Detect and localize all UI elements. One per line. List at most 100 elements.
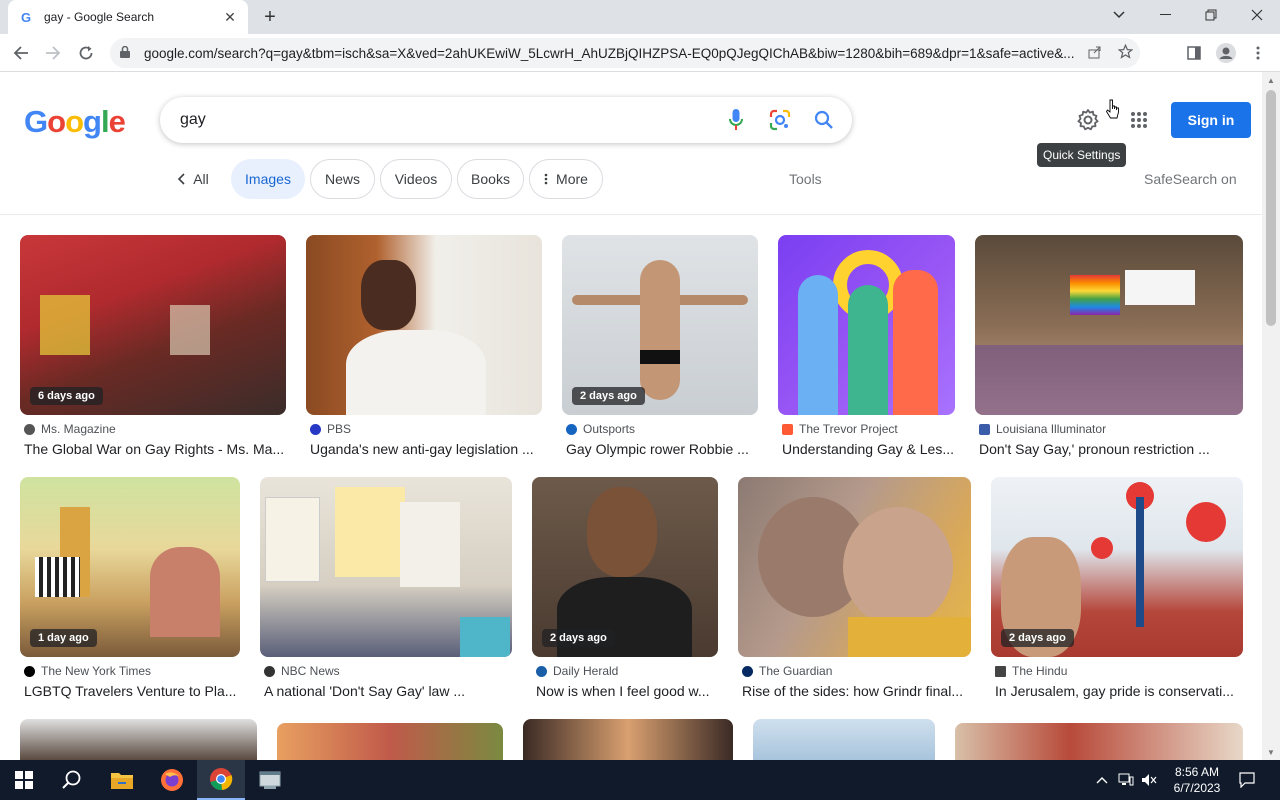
result-thumbnail[interactable] [20,719,257,760]
result-title[interactable]: Gay Olympic rower Robbie ... [566,441,758,457]
image-result-card[interactable]: 6 days ago Ms. Magazine The Global War o… [20,235,286,465]
result-title[interactable]: The Global War on Gay Rights - Ms. Ma... [24,441,286,457]
result-title[interactable]: Rise of the sides: how Grindr final... [742,683,971,699]
result-title[interactable]: LGBTQ Travelers Venture to Pla... [24,683,240,699]
result-thumbnail[interactable] [753,719,935,760]
result-title[interactable]: In Jerusalem, gay pride is conservati... [995,683,1243,699]
tab-books[interactable]: Books [457,159,524,199]
result-title[interactable]: Don't Say Gay,' pronoun restriction ... [979,441,1243,457]
close-window-icon[interactable] [1234,0,1280,30]
result-source[interactable]: The New York Times [24,664,151,678]
taskbar-search-icon[interactable] [48,760,96,800]
result-title[interactable]: Understanding Gay & Les... [782,441,955,457]
search-filter-chips: All Images News Videos Books More [0,159,1262,199]
image-result-card[interactable]: 2 days ago Daily Herald Now is when I fe… [532,477,718,707]
app-window-icon[interactable] [246,760,294,800]
settings-gear-icon[interactable] [1074,106,1102,134]
page-scrollbar[interactable]: ▲ ▼ [1262,72,1280,760]
chrome-icon[interactable] [197,760,245,800]
image-result-card[interactable]: 1 day ago The New York Times LGBTQ Trave… [20,477,240,707]
safesearch-toggle[interactable]: SafeSearch on [1144,171,1237,187]
start-windows-icon[interactable] [0,760,48,800]
sign-in-button[interactable]: Sign in [1171,102,1251,138]
image-result-card[interactable]: The Guardian Rise of the sides: how Grin… [738,477,971,707]
new-tab-button[interactable]: + [258,6,282,28]
image-result-card[interactable]: 2 days ago The Hindu In Jerusalem, gay p… [991,477,1243,707]
scrollbar-thumb[interactable] [1266,90,1276,326]
tab-images[interactable]: Images [231,159,305,199]
result-source[interactable]: The Hindu [995,664,1067,678]
result-thumbnail[interactable] [306,235,542,415]
result-source[interactable]: NBC News [264,664,340,678]
image-result-card[interactable] [277,723,503,760]
reload-icon[interactable] [73,40,99,66]
image-result-card[interactable] [753,719,935,760]
image-result-card[interactable]: PBS Uganda's new anti-gay legislation ..… [306,235,542,465]
notifications-icon[interactable] [1237,770,1257,790]
result-source[interactable]: Ms. Magazine [24,422,116,436]
address-bar[interactable]: google.com/search?q=gay&tbm=isch&sa=X&ve… [110,38,1140,68]
tab-all[interactable]: All [168,159,218,199]
result-title[interactable]: Uganda's new anti-gay legislation ... [310,441,542,457]
image-result-card[interactable]: 2 days ago Outsports Gay Olympic rower R… [562,235,758,465]
result-thumbnail[interactable] [738,477,971,657]
result-thumbnail[interactable] [277,723,503,760]
tray-overflow-chevron-icon[interactable] [1092,770,1112,790]
result-thumbnail[interactable] [778,235,955,415]
image-result-card[interactable] [955,723,1243,760]
tab-search-chevron-icon[interactable] [1096,0,1142,30]
scroll-up-arrow-icon[interactable]: ▲ [1262,72,1280,88]
result-title[interactable]: A national 'Don't Say Gay' law ... [264,683,512,699]
taskbar-clock[interactable]: 8:56 AM 6/7/2023 [1163,764,1231,796]
tab-news[interactable]: News [310,159,375,199]
browser-menu-icon[interactable] [1246,42,1270,64]
result-source[interactable]: The Trevor Project [782,422,898,436]
volume-muted-icon[interactable] [1139,770,1159,790]
image-result-card[interactable]: The Trevor Project Understanding Gay & L… [778,235,955,465]
profile-avatar-icon[interactable] [1214,42,1238,64]
google-lens-icon[interactable] [758,98,802,142]
result-thumbnail[interactable]: 2 days ago [562,235,758,415]
bookmark-star-icon[interactable] [1110,43,1140,62]
result-thumbnail[interactable] [260,477,512,657]
image-result-card[interactable]: NBC News A national 'Don't Say Gay' law … [260,477,512,707]
close-tab-icon[interactable]: ✕ [222,9,238,25]
result-thumbnail[interactable]: 1 day ago [20,477,240,657]
network-icon[interactable] [1116,770,1136,790]
image-result-card[interactable] [20,719,257,760]
google-logo[interactable]: Google [24,104,126,140]
result-title[interactable]: Now is when I feel good w... [536,683,718,699]
share-icon[interactable] [1080,45,1110,62]
result-source[interactable]: Outsports [566,422,635,436]
result-thumbnail[interactable] [975,235,1243,415]
image-result-card[interactable]: Louisiana Illuminator Don't Say Gay,' pr… [975,235,1243,465]
back-arrow-icon[interactable] [8,40,34,66]
tools-button[interactable]: Tools [789,171,822,187]
result-source[interactable]: Louisiana Illuminator [979,422,1106,436]
scroll-down-arrow-icon[interactable]: ▼ [1262,744,1280,760]
result-thumbnail[interactable] [955,723,1243,760]
tab-videos[interactable]: Videos [380,159,452,199]
source-favicon-icon [995,665,1006,677]
result-thumbnail[interactable] [523,719,733,760]
firefox-icon[interactable] [148,760,196,800]
result-source[interactable]: Daily Herald [536,664,618,678]
result-thumbnail[interactable]: 6 days ago [20,235,286,415]
side-panel-icon[interactable] [1182,42,1206,64]
file-explorer-icon[interactable] [98,760,146,800]
tab-more[interactable]: More [529,159,603,199]
result-source-name: Ms. Magazine [41,422,116,436]
restore-window-icon[interactable] [1188,0,1234,30]
forward-arrow-icon[interactable] [40,40,66,66]
result-source[interactable]: The Guardian [742,664,832,678]
result-source[interactable]: PBS [310,422,351,436]
minimize-window-icon[interactable] [1142,0,1188,30]
voice-search-mic-icon[interactable] [714,98,758,142]
image-result-card[interactable] [523,719,733,760]
google-apps-grid-icon[interactable] [1125,106,1153,134]
search-icon[interactable] [802,98,846,142]
browser-tab[interactable]: G gay - Google Search ✕ [8,0,248,34]
result-thumbnail[interactable]: 2 days ago [991,477,1243,657]
result-thumbnail[interactable]: 2 days ago [532,477,718,657]
search-input[interactable] [180,111,714,129]
